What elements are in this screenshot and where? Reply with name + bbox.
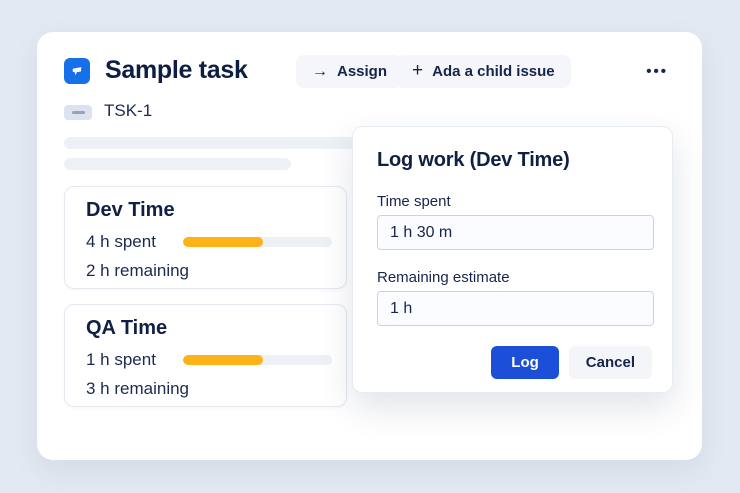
task-title: Sample task	[105, 56, 248, 84]
tracker-card-dev-time: Dev Time 4 h spent 2 h remaining	[64, 186, 347, 289]
modal-actions: Log Cancel	[377, 346, 652, 379]
time-spent-value: 1 h spent	[86, 350, 156, 369]
progress-bar	[183, 355, 332, 365]
page-background: Sample task → Assign + Ada a child issue…	[0, 0, 740, 493]
tracker-app-icon	[64, 58, 90, 84]
tracker-name: Dev Time	[86, 199, 175, 221]
remaining-estimate-label: Remaining estimate	[377, 269, 510, 286]
time-remaining-value: 3 h remaining	[86, 379, 190, 398]
time-spent-input[interactable]	[377, 215, 654, 250]
progress-bar-fill	[183, 355, 264, 365]
assign-button[interactable]: → Assign	[296, 55, 404, 88]
progress-bar-fill	[183, 237, 264, 247]
more-menu-button[interactable]: •••	[638, 55, 676, 88]
time-spent-label: Time spent	[377, 193, 451, 210]
progress-bar	[183, 237, 332, 247]
arrow-right-icon: →	[312, 62, 328, 80]
remaining-estimate-input[interactable]	[377, 291, 654, 326]
plus-icon: +	[412, 60, 424, 81]
issue-type-badge[interactable]	[64, 105, 92, 120]
modal-title: Log work (Dev Time)	[377, 149, 570, 171]
log-button[interactable]: Log	[491, 346, 559, 379]
log-work-modal: Log work (Dev Time) Time spent Remaining…	[352, 126, 673, 393]
dash-icon	[71, 111, 85, 114]
cancel-button[interactable]: Cancel	[568, 346, 652, 379]
skeleton-line	[64, 137, 364, 149]
tracker-card-qa-time: QA Time 1 h spent 3 h remaining	[64, 304, 347, 407]
time-remaining-value: 2 h remaining	[86, 261, 190, 280]
time-spent-value: 4 h spent	[86, 232, 156, 251]
assign-button-label: Assign	[337, 63, 388, 80]
add-child-issue-label: Ada a child issue	[432, 63, 555, 80]
tracker-name: QA Time	[86, 317, 168, 339]
add-child-issue-button[interactable]: + Ada a child issue	[396, 55, 571, 88]
issue-key: TSK-1	[104, 101, 153, 120]
skeleton-line	[64, 158, 291, 170]
